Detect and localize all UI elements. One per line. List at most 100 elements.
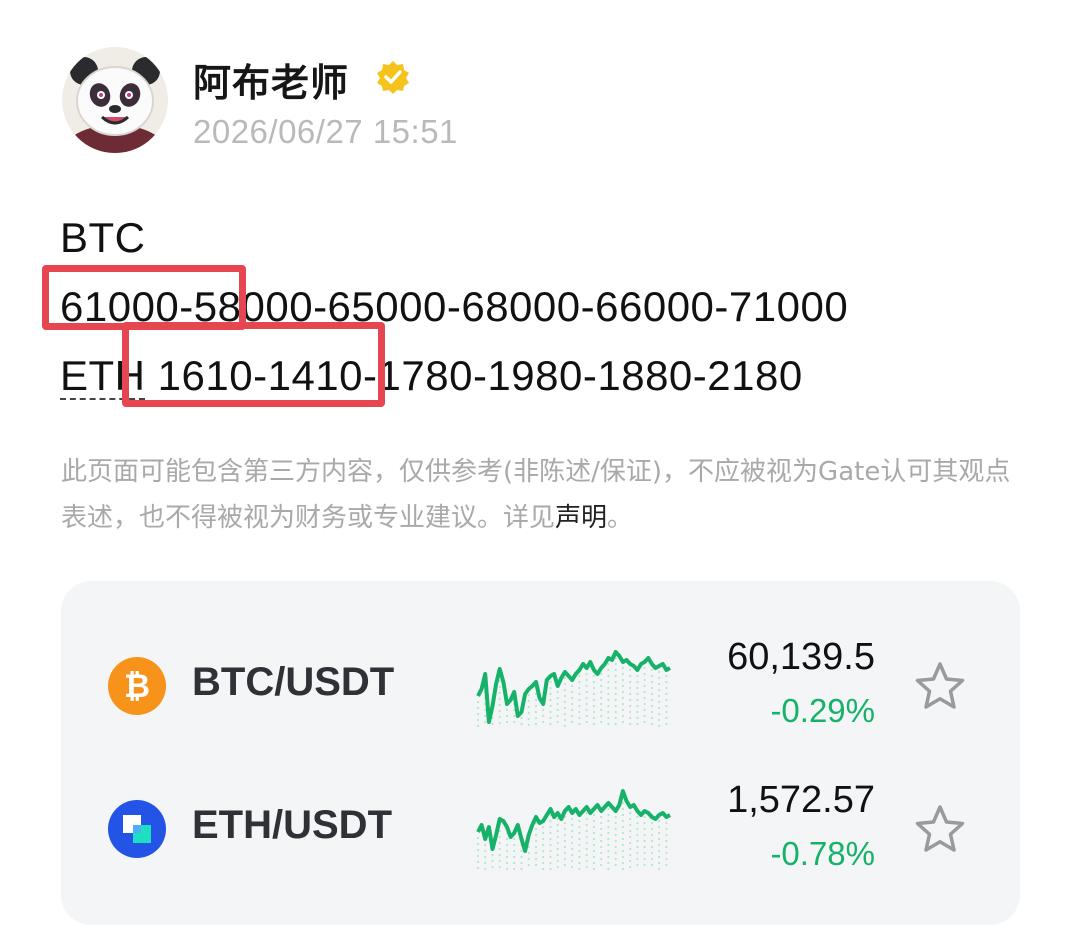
sparkline-fill-dot <box>600 702 603 706</box>
sparkline-fill-dot <box>571 853 574 857</box>
sparkline-fill-dot <box>621 672 624 676</box>
sparkline-fill-dot <box>614 692 617 696</box>
sparkline-fill-dot <box>513 843 516 847</box>
sparkline-fill-dot <box>505 714 509 718</box>
sparkline-fill-dot <box>658 861 661 865</box>
sparkline-fill-dot <box>643 702 646 706</box>
sparkline-fill-dot <box>542 714 545 718</box>
sparkline-fill-dot <box>549 704 552 708</box>
sparkline-fill-dot <box>585 835 588 839</box>
sparkline-fill-dot <box>476 866 480 870</box>
sparkline-fill-dot <box>549 855 552 859</box>
ticker-row-eth[interactable]: ETH/USDT 1,572.57 -0.78% <box>61 757 1020 897</box>
author-avatar[interactable] <box>62 47 168 153</box>
sparkline-fill-dot <box>621 849 624 853</box>
sparkline-fill-dot <box>534 722 538 726</box>
sparkline-fill-dot <box>643 666 646 670</box>
sparkline-fill-dot <box>592 716 595 720</box>
sparkline-fill-dot <box>636 722 639 726</box>
sparkline-fill-dot <box>643 684 646 688</box>
sparkline-fill-dot <box>629 674 632 678</box>
sparkline-fill-dot <box>592 722 595 726</box>
disclaimer-link[interactable]: 声明 <box>555 503 607 533</box>
author-name[interactable]: 阿布老师 <box>193 52 349 107</box>
sparkline-fill-dot <box>556 829 559 833</box>
disclaimer-end: 。 <box>607 503 634 533</box>
sparkline-fill-dot <box>643 851 646 855</box>
sparkline-fill-dot <box>556 865 559 869</box>
post-timestamp: 2026/06/27 15:51 <box>193 113 458 150</box>
sparkline-fill-dot <box>578 867 581 871</box>
sparkline-fill-dot <box>600 851 603 855</box>
sparkline-fill-dot <box>578 831 581 835</box>
sparkline-fill-dot <box>513 837 516 841</box>
sparkline-fill-dot <box>629 686 632 690</box>
sparkline-fill-dot <box>491 722 494 726</box>
sparkline-fill-dot <box>592 855 595 859</box>
favorite-star-icon[interactable] <box>912 802 968 858</box>
sparkline-fill-dot <box>527 717 530 721</box>
sparkline-fill-dot <box>476 836 480 840</box>
sparkline-fill-dot <box>556 696 559 700</box>
sparkline-fill-dot <box>665 827 668 831</box>
sparkline-fill-dot <box>600 821 603 825</box>
sparkline-fill-dot <box>571 841 574 845</box>
sparkline-fill-dot <box>578 722 581 726</box>
sparkline-fill-dot <box>491 865 494 869</box>
sparkline-fill-dot <box>614 851 617 855</box>
sparkline-fill-dot <box>621 867 624 871</box>
sparkline-fill-dot <box>513 855 516 859</box>
sparkline-fill-dot <box>563 706 566 710</box>
sparkline-fill-dot <box>592 861 595 865</box>
panda-avatar-image <box>62 47 168 153</box>
sparkline-fill-dot <box>600 857 603 861</box>
sparkline-fill-dot <box>505 837 509 841</box>
sparkline-fill-dot <box>621 720 624 724</box>
sparkline-fill-dot <box>600 696 603 700</box>
favorite-star-icon[interactable] <box>912 659 968 715</box>
sparkline-fill-dot <box>600 672 603 676</box>
sparkline-fill-dot <box>498 691 501 695</box>
sparkline-fill-dot <box>556 841 559 845</box>
sparkline-fill-dot <box>563 833 566 837</box>
sparkline-fill-dot <box>585 829 588 833</box>
sparkline-fill-dot <box>498 859 501 863</box>
sparkline-fill-dot <box>484 714 487 718</box>
sparkline-fill-dot <box>650 674 653 678</box>
sparkline-fill-dot <box>592 831 595 835</box>
sparkline-fill-dot <box>636 704 639 708</box>
sparkline-fill-dot <box>563 694 566 698</box>
sparkline-fill-dot <box>505 867 509 871</box>
sparkline-fill-dot <box>629 704 632 708</box>
sparkline-fill-dot <box>607 855 610 859</box>
sparkline-fill-dot <box>592 867 595 871</box>
sparkline-fill-dot <box>607 837 610 841</box>
sparkline-fill-dot <box>571 865 574 869</box>
sparkline-fill-dot <box>665 821 668 825</box>
sparkline-fill-dot <box>600 714 603 718</box>
sparkline-fill-dot <box>571 847 574 851</box>
sparkline-fill-dot <box>636 821 639 825</box>
sparkline-fill-dot <box>484 849 487 853</box>
sparkline-fill-dot <box>636 680 639 684</box>
sparkline-fill-dot <box>621 831 624 835</box>
sparkline-fill-dot <box>621 696 624 700</box>
sparkline-fill-dot <box>476 706 480 710</box>
sparkline-fill-dot <box>592 813 595 817</box>
sparkline-fill-dot <box>650 680 653 684</box>
sparkline-fill-dot <box>585 859 588 863</box>
sparkline-fill-dot <box>600 684 603 688</box>
sparkline-fill-dot <box>498 853 501 857</box>
sparkline-fill-dot <box>556 835 559 839</box>
sparkline-fill-dot <box>527 723 530 727</box>
sparkline-fill-dot <box>650 827 653 831</box>
ticker-row-btc[interactable]: ₿ BTC/USDT 60,139.5 -0.29% <box>61 614 1020 754</box>
sparkline-fill-dot <box>621 801 624 805</box>
sparkline-fill-dot <box>665 710 668 714</box>
sparkline-fill-dot <box>484 867 487 871</box>
sparkline-fill-dot <box>665 863 668 867</box>
sparkline-fill-dot <box>621 843 624 847</box>
sparkline-fill-dot <box>621 666 624 670</box>
sparkline-fill-dot <box>476 712 480 716</box>
sparkline-fill-dot <box>505 861 509 865</box>
